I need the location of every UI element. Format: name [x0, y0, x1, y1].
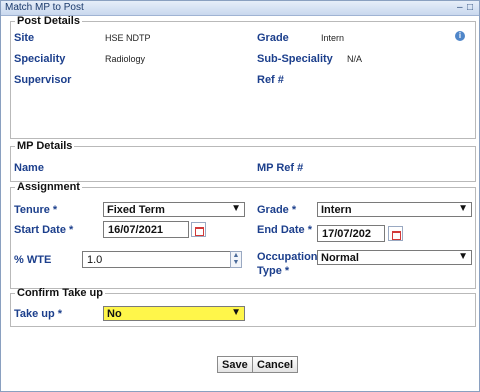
end-date-label: End Date *	[257, 224, 313, 236]
occupation-label: Occupation	[257, 251, 318, 263]
assignment-group: Assignment	[10, 181, 476, 289]
name-label: Name	[14, 162, 44, 174]
mp-details-legend: MP Details	[17, 140, 73, 152]
save-button[interactable]: Save	[217, 356, 253, 373]
window-title: Match MP to Post	[5, 2, 84, 13]
grade-label: Grade	[257, 32, 289, 44]
tenure-select[interactable]: Fixed Term ▼	[103, 202, 245, 217]
start-date-input[interactable]: 16/07/2021	[103, 221, 189, 238]
wte-spinner[interactable]: ▲ ▼	[230, 251, 242, 268]
calendar-icon[interactable]	[388, 226, 403, 241]
ref-label: Ref #	[257, 74, 284, 86]
grade-select[interactable]: Intern ▼	[317, 202, 472, 217]
occupation-type-label: Type *	[257, 265, 290, 277]
maximize-button[interactable]: □	[467, 2, 473, 13]
site-value: HSE NDTP	[105, 33, 151, 43]
wte-input[interactable]: 1.0	[82, 251, 232, 268]
match-mp-window: Match MP to Post – □ Post Details i Site…	[0, 0, 480, 392]
subspeciality-label: Sub-Speciality	[257, 53, 333, 65]
mp-ref-label: MP Ref #	[257, 162, 304, 174]
tenure-select-value: Fixed Term	[107, 204, 165, 216]
window-titlebar: Match MP to Post – □	[1, 1, 479, 16]
grade-select-value: Intern	[321, 204, 352, 216]
speciality-label: Speciality	[14, 53, 66, 65]
start-date-label: Start Date *	[14, 224, 74, 236]
takeup-select[interactable]: No ▼	[103, 306, 245, 321]
chevron-down-icon: ▼	[458, 251, 468, 262]
takeup-select-value: No	[107, 308, 122, 320]
chevron-down-icon: ▼	[458, 203, 468, 214]
cancel-button[interactable]: Cancel	[252, 356, 299, 373]
post-details-group: Post Details i	[10, 15, 476, 139]
minimize-button[interactable]: –	[457, 2, 463, 13]
occupation-select-value: Normal	[321, 252, 359, 264]
info-icon[interactable]: i	[455, 31, 465, 41]
site-label: Site	[14, 32, 35, 44]
subspeciality-value: N/A	[347, 54, 363, 64]
calendar-icon[interactable]	[191, 222, 206, 237]
takeup-label: Take up *	[14, 308, 63, 320]
assignment-legend: Assignment	[17, 181, 80, 193]
end-date-input[interactable]: 17/07/202	[317, 225, 385, 242]
tenure-label: Tenure *	[14, 204, 58, 216]
supervisor-label: Supervisor	[14, 74, 72, 86]
grade-value: Intern	[321, 33, 345, 43]
speciality-value: Radiology	[105, 54, 146, 64]
post-details-legend: Post Details	[17, 15, 80, 27]
occupation-select[interactable]: Normal ▼	[317, 250, 472, 265]
wte-label: % WTE	[14, 254, 52, 266]
confirm-takeup-legend: Confirm Take up	[17, 287, 103, 299]
assignment-grade-label: Grade *	[257, 204, 297, 216]
chevron-down-icon: ▼	[231, 203, 241, 214]
chevron-down-icon: ▼	[231, 307, 241, 318]
mp-details-group: MP Details	[10, 140, 476, 182]
